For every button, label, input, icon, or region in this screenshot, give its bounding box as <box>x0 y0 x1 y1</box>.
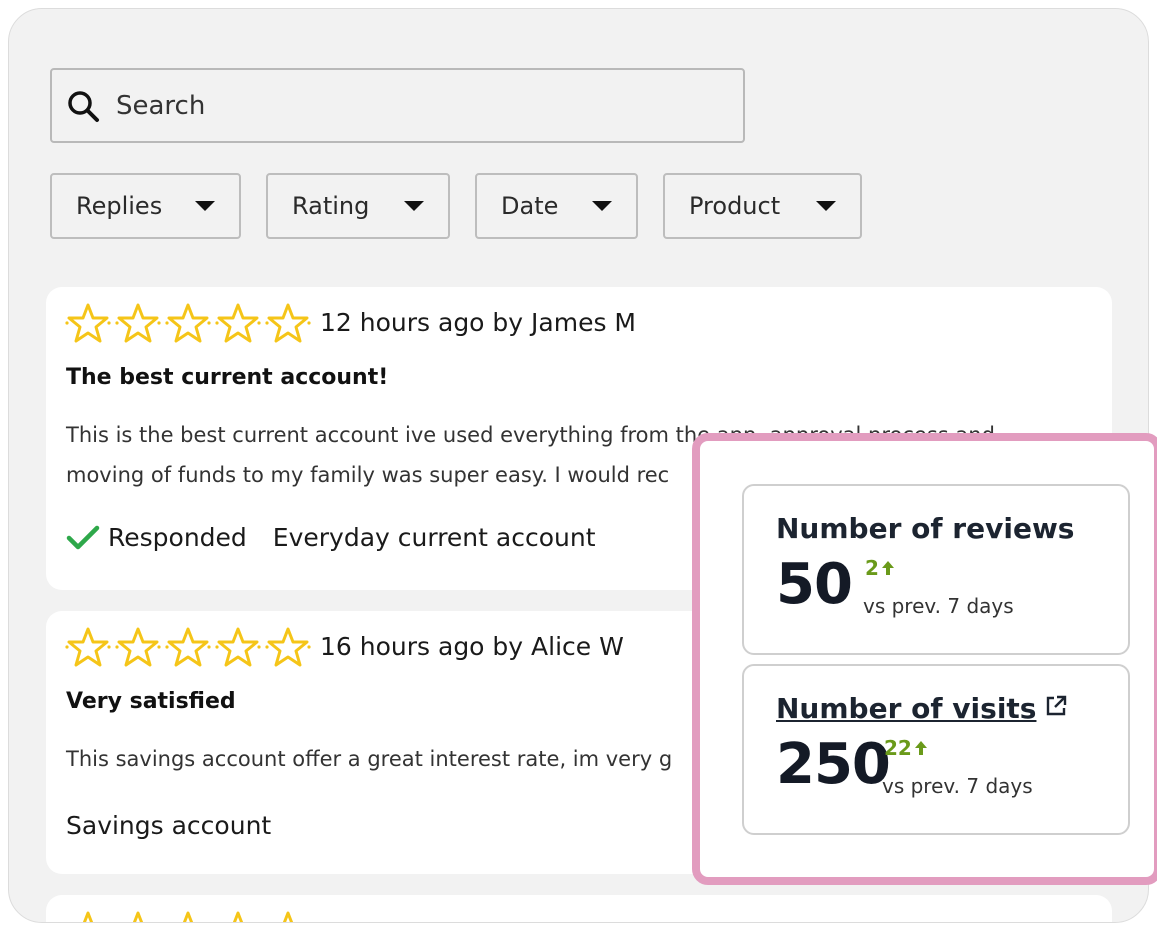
stat-label-link[interactable]: Number of visits <box>776 692 1036 725</box>
review-meta: 12 hours ago by James M <box>320 308 637 337</box>
review-footer: Savings account <box>66 811 271 840</box>
filter-rating[interactable]: Rating <box>266 173 450 239</box>
stat-value: 50 <box>776 552 853 617</box>
star-icon <box>115 303 161 343</box>
search-icon <box>68 90 99 122</box>
star-icon <box>165 627 211 667</box>
filter-label: Rating <box>292 192 370 220</box>
filter-date[interactable]: Date <box>475 173 638 239</box>
review-card[interactable] <box>46 895 1112 922</box>
star-icon <box>65 627 111 667</box>
stat-subtitle: vs prev. 7 days <box>863 594 1014 618</box>
filter-product[interactable]: Product <box>663 173 862 239</box>
check-icon <box>66 525 100 549</box>
star-icon <box>265 303 311 343</box>
chevron-down-icon <box>195 201 215 211</box>
star-icon <box>132 911 144 922</box>
star-rating <box>64 625 312 669</box>
star-rating <box>64 909 312 922</box>
delta-value: 22 <box>884 736 912 760</box>
star-icon <box>265 627 311 667</box>
review-meta: 16 hours ago by Alice W <box>320 632 624 661</box>
review-title: Very satisfied <box>66 689 236 714</box>
stat-subtitle: vs prev. 7 days <box>882 774 1033 798</box>
stat-delta: 2 <box>865 556 895 580</box>
star-icon <box>65 303 111 343</box>
stat-label: Number of reviews <box>776 512 1075 545</box>
chevron-down-icon <box>592 201 612 211</box>
star-icon <box>282 911 294 922</box>
delta-value: 2 <box>865 556 879 580</box>
review-footer: Responded Everyday current account <box>66 523 596 552</box>
stat-card-visits[interactable]: Number of visits 250 22 vs prev. 7 days <box>742 664 1130 835</box>
external-link-icon[interactable] <box>1044 694 1068 718</box>
star-icon <box>232 911 244 922</box>
response-status: Responded <box>108 523 247 552</box>
stat-delta: 22 <box>884 736 928 760</box>
stat-value: 250 <box>776 732 891 797</box>
arrow-up-icon <box>881 561 894 575</box>
star-icon <box>115 627 161 667</box>
search-box[interactable] <box>50 68 745 143</box>
chevron-down-icon <box>816 201 836 211</box>
star-icon <box>215 627 261 667</box>
search-input[interactable] <box>116 90 676 121</box>
star-icon <box>82 911 94 922</box>
star-icon <box>165 303 211 343</box>
product-tag: Savings account <box>66 811 272 840</box>
star-icon <box>182 911 194 922</box>
review-title: The best current account! <box>66 365 389 390</box>
filter-label: Date <box>501 192 559 220</box>
star-rating <box>64 301 312 345</box>
stat-card-reviews: Number of reviews 50 2 vs prev. 7 days <box>742 484 1130 655</box>
product-tag: Everyday current account <box>272 523 596 552</box>
stats-panel: Number of reviews 50 2 vs prev. 7 days N… <box>692 433 1157 885</box>
filter-label: Product <box>689 192 781 220</box>
star-icon <box>215 303 261 343</box>
filter-replies[interactable]: Replies <box>50 173 241 239</box>
chevron-down-icon <box>404 201 424 211</box>
filter-label: Replies <box>76 192 163 220</box>
arrow-up-icon <box>914 741 927 755</box>
